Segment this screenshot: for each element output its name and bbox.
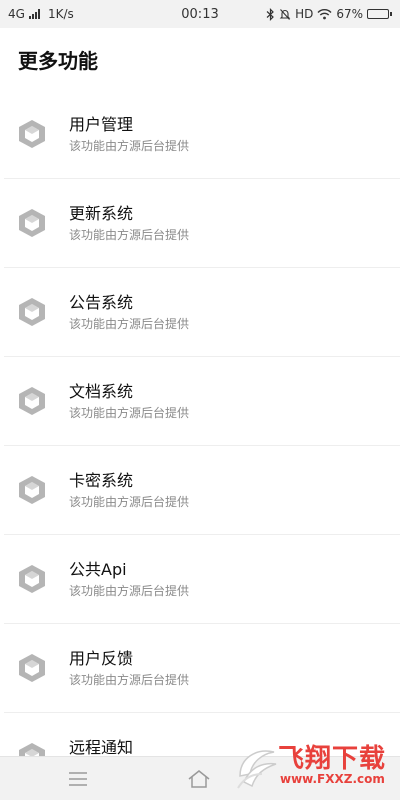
network-speed: 1K/s <box>47 7 74 21</box>
wifi-icon <box>317 9 332 20</box>
watermark-title: 飞翔下载 <box>278 744 387 774</box>
list-item-texts: 卡密系统该功能由方源后台提供 <box>69 470 189 511</box>
list-item[interactable]: 用户反馈该功能由方源后台提供 <box>4 624 400 713</box>
feature-list: 用户管理 该功能由方源后台提供 更新系统 该功能由方源后台提供 公告系统 该功能由方源后台… <box>0 90 400 756</box>
cube-icon <box>19 209 45 237</box>
list-item-title: 公告系统 <box>69 292 134 312</box>
list-item-texts: 远程通知该功能由方源后台提供 <box>69 737 189 757</box>
page-title: 更多功能 <box>18 48 98 73</box>
hd-badge: HD <box>295 7 314 21</box>
watermark-url: www.FXXZ.com <box>280 772 385 786</box>
status-right: HD 67% <box>266 7 392 21</box>
battery-icon <box>367 9 392 19</box>
list-item-title: 用户反馈 <box>69 648 134 668</box>
cube-icon <box>19 654 45 682</box>
list-item-texts: 更新系统该功能由方源后台提供 <box>69 203 189 244</box>
home-icon[interactable] <box>187 767 211 791</box>
list-item[interactable]: 卡密系统该功能由方源后台提供 <box>4 446 400 535</box>
network-type: 4G <box>8 7 25 21</box>
list-item-subtitle: 该功能由方源后台提供 <box>69 227 190 242</box>
signal-icon <box>28 9 40 19</box>
mute-bell-icon <box>279 8 291 20</box>
cube-icon <box>19 387 45 415</box>
list-item-subtitle: 该功能由方源后台提供 <box>69 316 190 331</box>
bluetooth-icon <box>266 7 274 21</box>
battery-percent: 67% <box>336 7 363 21</box>
list-item[interactable]: 公告系统该功能由方源后台提供 <box>4 268 400 357</box>
list-item-title: 用户管理 <box>69 114 134 134</box>
cube-icon <box>19 120 45 148</box>
list-item-title: 公共Api <box>69 559 127 579</box>
list-item[interactable]: 用户管理该功能由方源后台提供 <box>4 90 400 179</box>
list-item-subtitle: 该功能由方源后台提供 <box>69 494 190 509</box>
list-item-texts: 公共Api 该功能由方源后台提供 <box>69 559 189 600</box>
cube-icon <box>19 298 45 326</box>
list-item[interactable]: 公共Api 该功能由方源后台提供 <box>4 535 400 624</box>
list-item[interactable]: 文档系统该功能由方源后台提供 <box>4 357 400 446</box>
page-header: 更多功能 <box>0 28 400 90</box>
menu-icon[interactable] <box>66 767 90 791</box>
cube-icon <box>19 476 45 504</box>
list-item-subtitle: 该功能由方源后台提供 <box>69 138 190 153</box>
list-item-title: 文档系统 <box>69 381 134 401</box>
list-item[interactable]: 更新系统该功能由方源后台提供 <box>4 179 400 268</box>
cube-icon <box>19 743 45 756</box>
status-bar: 4G 1K/s 00:13 HD 67% <box>0 0 400 28</box>
list-item-subtitle: 该功能由方源后台提供 <box>69 672 190 687</box>
list-item-title: 卡密系统 <box>69 470 134 490</box>
list-item-subtitle: 该功能由方源后台提供 <box>69 405 190 420</box>
list-item-texts: 公告系统该功能由方源后台提供 <box>69 292 189 333</box>
list-item-texts: 用户管理该功能由方源后台提供 <box>69 114 189 155</box>
screen: 4G 1K/s 00:13 HD 67% 更多功能 用户管理 该功能由方源后台提… <box>0 0 400 800</box>
cube-icon <box>19 565 45 593</box>
status-left: 4G 1K/s <box>8 7 74 21</box>
list-item-subtitle: 该功能由方源后台提供 <box>69 583 190 598</box>
watermark-logo-icon <box>237 750 277 789</box>
list-item-title: 更新系统 <box>69 203 134 223</box>
watermark: 飞翔下载 www.FXXZ.com <box>234 738 394 798</box>
list-item-texts: 用户反馈该功能由方源后台提供 <box>69 648 189 689</box>
list-item-texts: 文档系统该功能由方源后台提供 <box>69 381 189 422</box>
list-item-title: 远程通知 <box>69 737 134 757</box>
